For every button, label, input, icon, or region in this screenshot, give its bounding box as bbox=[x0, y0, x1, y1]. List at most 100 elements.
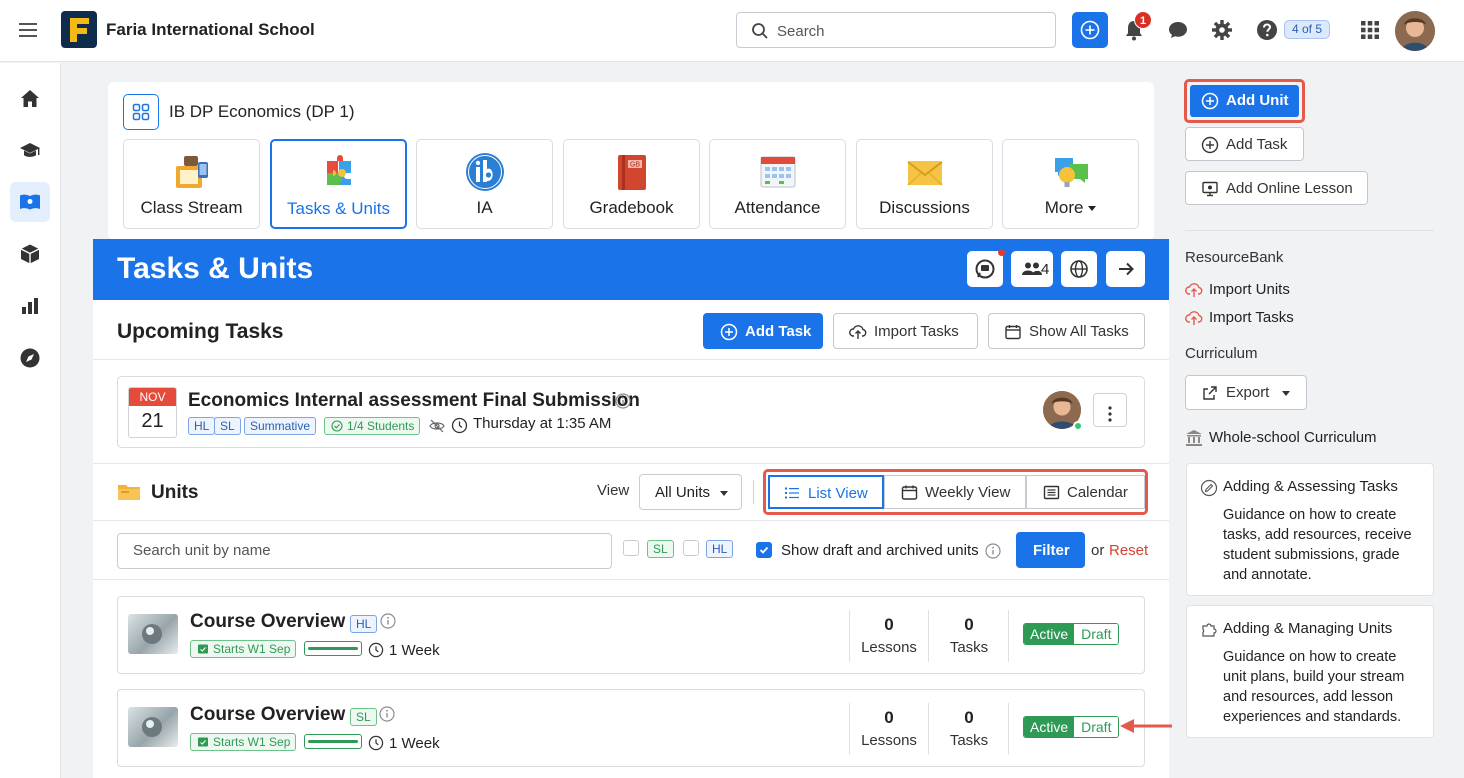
weekly-view-button[interactable]: Weekly View bbox=[884, 475, 1026, 509]
units-folder-icon bbox=[117, 482, 141, 502]
level-tag-sl: SL bbox=[214, 417, 241, 435]
user-avatar[interactable] bbox=[1395, 11, 1435, 51]
check-icon bbox=[759, 546, 769, 554]
unit-card[interactable]: Course Overview HL Starts W1 Sep 1 Week … bbox=[117, 596, 1145, 674]
unit-status-toggle[interactable]: Active Draft bbox=[1023, 716, 1120, 738]
search-input[interactable] bbox=[777, 21, 1037, 41]
nav-reports[interactable] bbox=[10, 286, 50, 326]
unit-search-input[interactable] bbox=[133, 542, 593, 559]
kebab-menu-icon bbox=[1108, 405, 1112, 422]
members-button[interactable]: 4 bbox=[1011, 251, 1053, 287]
next-button[interactable] bbox=[1106, 251, 1145, 287]
show-all-tasks-button[interactable]: Show All Tasks bbox=[988, 313, 1145, 349]
class-grid-icon[interactable] bbox=[123, 94, 159, 130]
calendar-view-button[interactable]: Calendar bbox=[1026, 475, 1145, 509]
show-draft-checkbox[interactable] bbox=[756, 542, 772, 558]
guide-card-units[interactable]: Adding & Managing Units Guidance on how … bbox=[1186, 605, 1434, 738]
puzzle-icon bbox=[319, 153, 359, 193]
calendar-check-icon bbox=[198, 644, 208, 654]
nav-home[interactable] bbox=[10, 79, 50, 119]
unit-thumbnail bbox=[128, 707, 178, 747]
graduation-cap-icon bbox=[20, 143, 40, 157]
info-icon[interactable] bbox=[615, 393, 631, 409]
upcoming-task-card[interactable]: NOV 21 Economics Internal assessment Fin… bbox=[117, 376, 1145, 448]
units-heading: Units bbox=[151, 482, 199, 503]
quick-add-button[interactable] bbox=[1072, 12, 1108, 48]
tasks-units-banner: Tasks & Units 4 bbox=[93, 239, 1169, 300]
due-date-badge: NOV 21 bbox=[128, 387, 177, 438]
arrow-right-icon bbox=[1118, 262, 1134, 276]
or-label: or bbox=[1091, 542, 1105, 559]
pencil-circle-icon bbox=[1200, 479, 1218, 497]
export-dropdown-button[interactable]: Export bbox=[1185, 375, 1307, 410]
import-tasks-button[interactable]: Import Tasks bbox=[833, 313, 978, 349]
add-unit-button[interactable]: Add Unit bbox=[1190, 85, 1299, 117]
global-search[interactable] bbox=[736, 12, 1056, 48]
guide-card-tasks[interactable]: Adding & Assessing Tasks Guidance on how… bbox=[1186, 463, 1434, 596]
sidebar-add-task-button[interactable]: Add Task bbox=[1185, 127, 1304, 161]
units-filter-select[interactable]: All Units bbox=[639, 474, 742, 510]
chevron-down-icon bbox=[720, 491, 728, 496]
unit-title[interactable]: Course Overview bbox=[190, 704, 345, 726]
filter-button[interactable]: Filter bbox=[1016, 532, 1085, 568]
class-header-card: IB DP Economics (DP 1) Class Stream Task… bbox=[108, 82, 1154, 240]
tile-discussions[interactable]: Discussions bbox=[856, 139, 993, 229]
nav-resources[interactable] bbox=[10, 234, 50, 274]
tile-class-stream[interactable]: Class Stream bbox=[123, 139, 260, 229]
submissions-tag[interactable]: 1/4 Students bbox=[324, 417, 421, 435]
cloud-upload-icon bbox=[1185, 309, 1203, 327]
reset-link[interactable]: Reset bbox=[1109, 542, 1148, 559]
status-draft[interactable]: Draft bbox=[1074, 717, 1119, 737]
top-bar: Faria International School 1 4 of 5 bbox=[0, 0, 1464, 62]
divider bbox=[928, 703, 929, 755]
help-step-counter[interactable]: 4 of 5 bbox=[1284, 20, 1331, 39]
nav-classes[interactable] bbox=[10, 182, 50, 222]
tile-ia[interactable]: IA bbox=[416, 139, 553, 229]
task-options-button[interactable] bbox=[1093, 393, 1127, 427]
clock-icon bbox=[368, 642, 384, 658]
tile-attendance[interactable]: Attendance bbox=[709, 139, 846, 229]
info-icon[interactable] bbox=[380, 613, 396, 629]
chat-icon bbox=[975, 259, 995, 279]
divider bbox=[93, 463, 1169, 464]
users-icon bbox=[1022, 262, 1042, 275]
calendar-icon bbox=[901, 484, 918, 501]
tile-tasks-units[interactable]: Tasks & Units bbox=[270, 139, 407, 229]
page-title: Tasks & Units bbox=[117, 252, 314, 285]
unit-search-field[interactable] bbox=[117, 533, 612, 569]
nav-explore[interactable] bbox=[10, 338, 50, 378]
apps-grid-icon[interactable] bbox=[1358, 18, 1382, 42]
lessons-count: 0 bbox=[884, 708, 894, 727]
plus-circle-icon bbox=[1201, 136, 1219, 154]
plus-circle-icon bbox=[720, 323, 738, 341]
status-active[interactable]: Active bbox=[1024, 717, 1075, 737]
assessment-type-tag: Summative bbox=[244, 417, 317, 435]
hl-filter-checkbox[interactable] bbox=[683, 540, 699, 556]
add-task-button[interactable]: Add Task bbox=[703, 313, 823, 349]
more-caret-icon bbox=[1088, 206, 1097, 212]
sl-filter-checkbox[interactable] bbox=[623, 540, 639, 556]
svg-text:GB: GB bbox=[629, 162, 639, 169]
unit-title[interactable]: Course Overview bbox=[190, 611, 345, 633]
unit-card[interactable]: Course Overview SL Starts W1 Sep 1 Week … bbox=[117, 689, 1145, 767]
hamburger-menu-icon[interactable] bbox=[18, 20, 38, 40]
info-icon[interactable] bbox=[985, 543, 1001, 559]
gear-icon[interactable] bbox=[1210, 18, 1234, 42]
task-title[interactable]: Economics Internal assessment Final Subm… bbox=[188, 390, 640, 412]
chat-icon[interactable] bbox=[1166, 18, 1190, 42]
gradebook-icon: GB bbox=[612, 152, 652, 192]
language-button[interactable] bbox=[1061, 251, 1097, 287]
help-icon[interactable] bbox=[1255, 18, 1279, 42]
status-draft[interactable]: Draft bbox=[1074, 624, 1119, 644]
info-icon[interactable] bbox=[379, 706, 395, 722]
list-view-button[interactable]: List View bbox=[768, 475, 884, 509]
nav-academics[interactable] bbox=[10, 131, 50, 171]
tile-gradebook[interactable]: GB Gradebook bbox=[563, 139, 700, 229]
class-chat-button[interactable] bbox=[967, 251, 1003, 287]
school-logo[interactable] bbox=[61, 11, 97, 48]
tile-more[interactable]: More bbox=[1002, 139, 1139, 229]
divider bbox=[1008, 610, 1009, 662]
unit-status-toggle[interactable]: Active Draft bbox=[1023, 623, 1120, 645]
status-active[interactable]: Active bbox=[1024, 624, 1075, 644]
add-online-lesson-button[interactable]: Add Online Lesson bbox=[1185, 171, 1368, 205]
